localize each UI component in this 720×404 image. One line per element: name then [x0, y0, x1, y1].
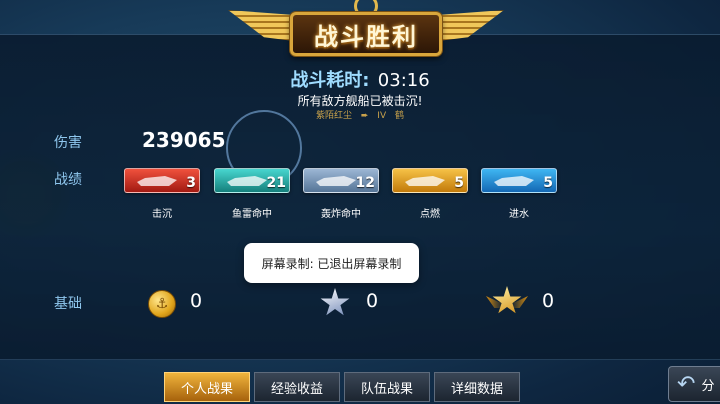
tab-team-results[interactable]: 队伍战果: [344, 372, 430, 402]
gold-exp-value: 0: [542, 290, 555, 312]
sink-count: 3: [186, 175, 196, 191]
torpedo-badge: 21: [214, 168, 290, 193]
fire-label: 点燃: [420, 209, 440, 220]
record-label: 战绩: [54, 172, 82, 188]
ship-fire-icon: [405, 176, 445, 186]
back-button[interactable]: ↶ 分: [668, 366, 720, 402]
flooding-icon: [494, 176, 534, 186]
fire-count: 5: [454, 175, 464, 191]
tab-bar: 个人战果 经验收益 队伍战果 详细数据: [160, 368, 520, 404]
back-arrow-icon: ↶: [677, 371, 696, 397]
silver-exp-value: 0: [366, 290, 379, 312]
sink-badge: 3: [124, 168, 200, 193]
damage-value: 239065: [142, 128, 226, 152]
tab-experience[interactable]: 经验收益: [254, 372, 340, 402]
title-plaque: 战斗胜利: [290, 12, 442, 56]
ship-arrow-icon: ➨: [360, 111, 369, 121]
torpedo-count: 21: [266, 175, 286, 191]
battle-duration: 战斗耗时: 03:16: [0, 66, 720, 92]
battle-duration-value: 03:16: [377, 70, 430, 91]
page-title: 战斗胜利: [314, 22, 418, 51]
flooding-badge: 5: [481, 168, 557, 193]
plane-sink-icon: [137, 176, 177, 186]
victory-emblem: 战斗胜利: [228, 0, 504, 62]
basic-label: 基础: [54, 296, 82, 312]
torpedo-label: 鱼雷命中: [232, 209, 272, 220]
ship-name: 鹤: [394, 111, 404, 121]
player-name: 紫陌红尘: [315, 111, 352, 121]
damage-label: 伤害: [54, 135, 82, 151]
coin-icon: ⚓: [148, 290, 176, 318]
flooding-count: 5: [543, 175, 553, 191]
bomb-label: 轰炸命中: [321, 209, 361, 220]
back-button-label: 分: [701, 378, 715, 394]
fire-badge: 5: [392, 168, 468, 193]
battle-duration-label: 战斗耗时:: [290, 70, 370, 91]
sink-label: 击沉: [152, 209, 172, 220]
result-message: 所有敌方舰船已被击沉!: [297, 94, 423, 108]
bomb-badge: 12: [303, 168, 379, 193]
bomb-count: 12: [355, 175, 375, 191]
bomb-icon: [316, 176, 356, 186]
tab-detailed-data[interactable]: 详细数据: [434, 372, 520, 402]
player-info: 紫陌红尘 ➨ IV 鹤: [0, 108, 720, 121]
coin-value: 0: [190, 290, 203, 312]
torpedo-icon: [227, 176, 267, 186]
screen-record-toast: 屏幕录制: 已退出屏幕录制: [244, 243, 419, 283]
ship-tier: IV: [377, 111, 387, 121]
flooding-label: 进水: [509, 209, 529, 220]
tab-personal-results[interactable]: 个人战果: [164, 372, 250, 402]
